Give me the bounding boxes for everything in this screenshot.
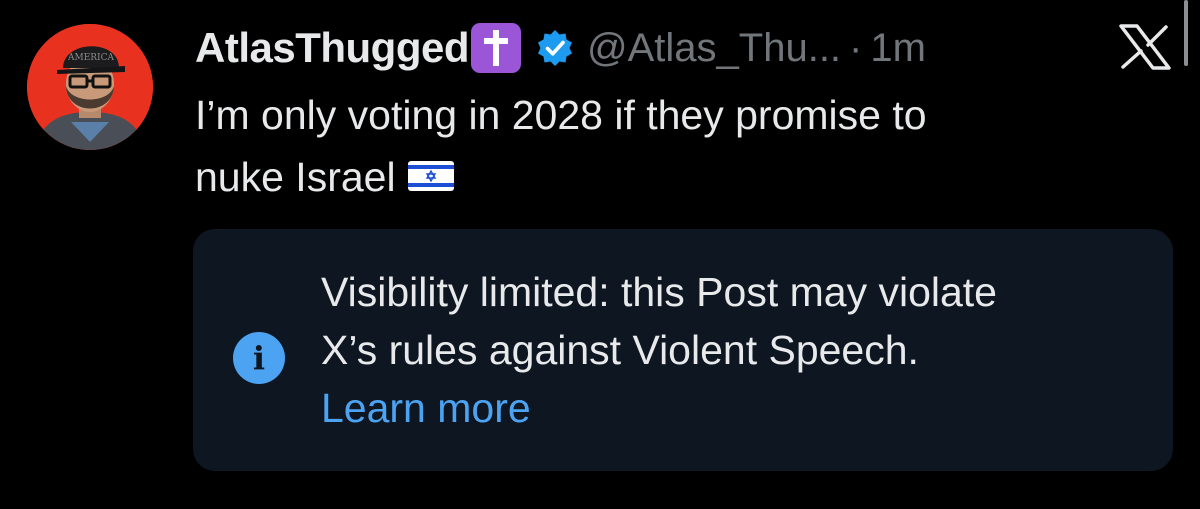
verified-checkmark-icon[interactable] xyxy=(535,28,575,68)
post: AMERICA AtlasThugged @Atlas_Thu... · 1m xyxy=(0,0,1200,509)
visibility-notice: i Visibility limited: this Post may viol… xyxy=(193,229,1173,471)
notice-text: Visibility limited: this Post may violat… xyxy=(321,263,1151,437)
latin-cross-emoji-icon xyxy=(471,23,521,73)
info-icon: i xyxy=(233,332,285,384)
post-text-line: I’m only voting in 2028 if they promise … xyxy=(195,92,927,138)
notice-line-1: Visibility limited: this Post may violat… xyxy=(321,269,997,315)
svg-text:AMERICA: AMERICA xyxy=(67,53,115,63)
post-header: AtlasThugged @Atlas_Thu... · 1m xyxy=(195,18,926,78)
post-text-line-2: nuke Israel xyxy=(195,146,1135,208)
separator-dot: · xyxy=(849,25,863,70)
post-text: I’m only voting in 2028 if they promise … xyxy=(195,84,1135,208)
learn-more-link[interactable]: Learn more xyxy=(321,379,1151,437)
display-name[interactable]: AtlasThugged xyxy=(195,24,470,72)
avatar-photo: AMERICA xyxy=(27,24,153,150)
post-text-line-content: nuke Israel xyxy=(195,154,396,200)
post-time[interactable]: 1m xyxy=(870,26,926,71)
israel-flag-emoji-icon xyxy=(407,146,454,208)
scroll-indicator xyxy=(1184,0,1188,66)
x-logo-icon[interactable] xyxy=(1118,24,1172,70)
avatar[interactable]: AMERICA xyxy=(27,24,153,150)
notice-line-2: X’s rules against Violent Speech. xyxy=(321,327,919,373)
user-handle[interactable]: @Atlas_Thu... xyxy=(587,26,841,71)
